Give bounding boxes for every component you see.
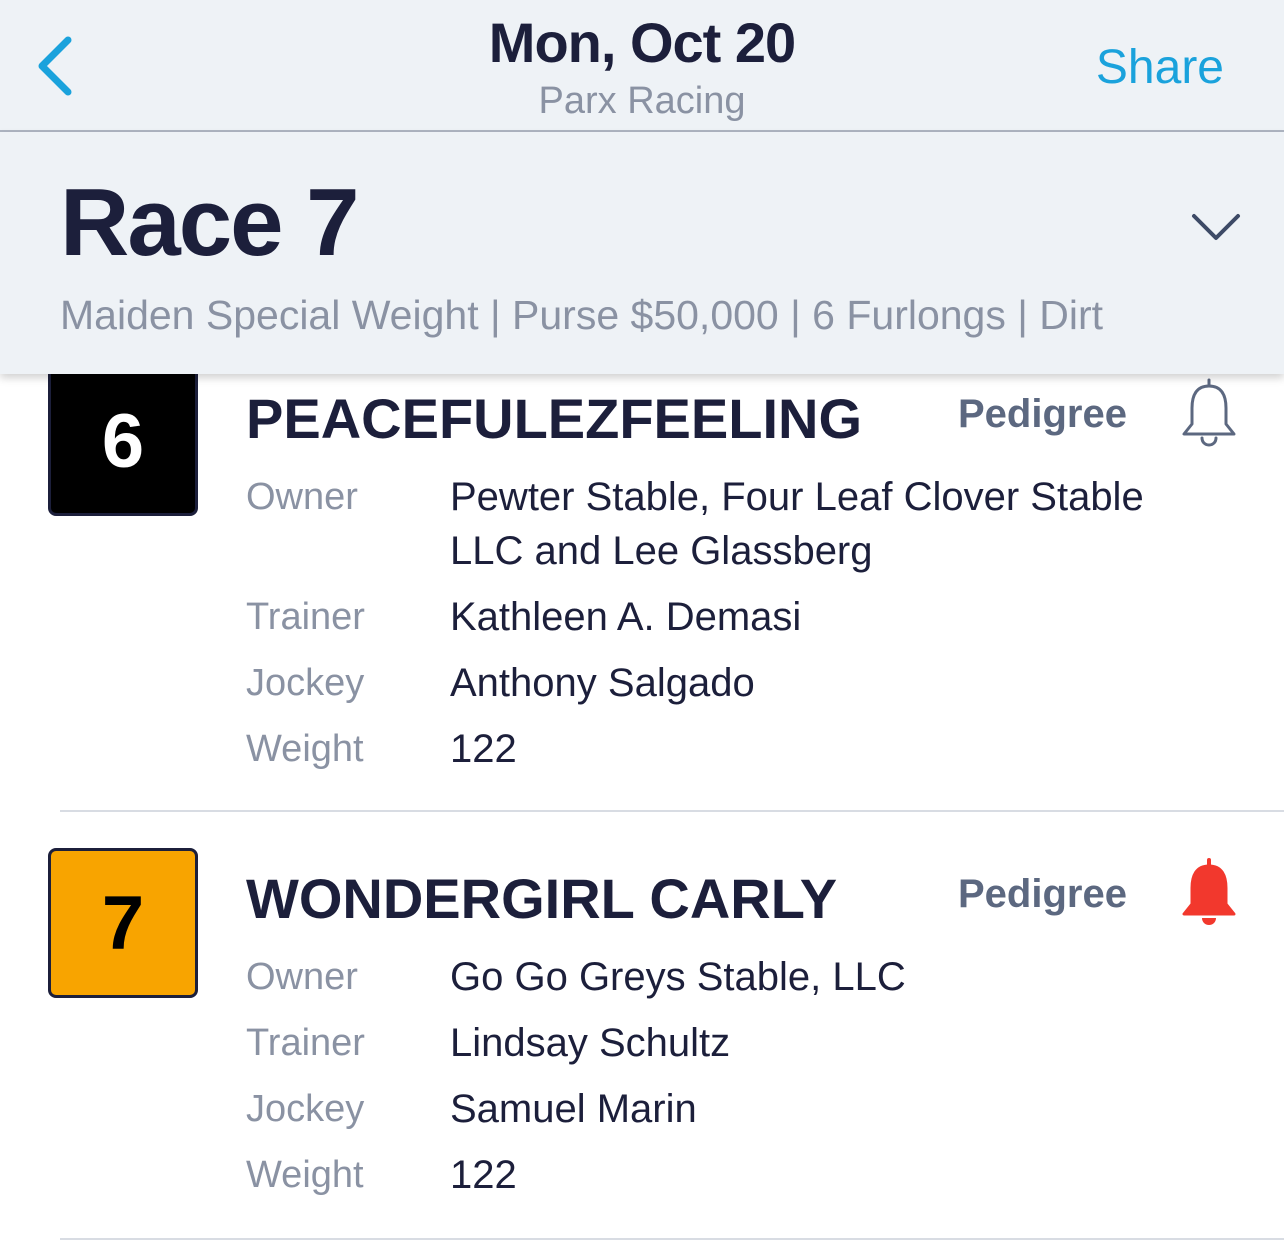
owner-value: Pewter Stable, Four Leaf Clover Stable L… [450, 475, 1144, 573]
trainer-value: Kathleen A. Demasi [450, 595, 802, 639]
entry-divider [60, 1238, 1284, 1240]
jockey-label: Jockey [246, 1088, 365, 1130]
pedigree-link[interactable]: Pedigree [958, 392, 1127, 437]
nav-subtitle: Parx Racing [538, 80, 746, 122]
weight-label: Weight [246, 1154, 364, 1196]
trainer-label: Trainer [246, 596, 365, 638]
entry-card: 7 WONDERGIRL CARLY Pedigree Owner Go Go … [0, 848, 1284, 1240]
owner-value: Go Go Greys Stable, LLC [450, 955, 906, 999]
race-header: Race 7 Maiden Special Weight | Purse $50… [0, 132, 1284, 374]
trainer-value: Lindsay Schultz [450, 1021, 731, 1065]
owner-label: Owner [246, 476, 358, 518]
horse-name: WONDERGIRL CARLY [246, 867, 838, 930]
jockey-value: Samuel Marin [450, 1087, 697, 1131]
weight-label: Weight [246, 728, 364, 770]
bell-filled-icon [1182, 858, 1236, 925]
saddlecloth-number: 6 [48, 374, 198, 516]
alert-bell-button[interactable] [1180, 858, 1238, 928]
entry-card: 6 PEACEFULEZFEELING Pedigree Owner Pewte… [0, 374, 1284, 812]
trainer-label: Trainer [246, 1022, 365, 1064]
race-title: Race 7 [60, 169, 360, 276]
weight-value: 122 [450, 1153, 517, 1197]
pedigree-link[interactable]: Pedigree [958, 872, 1127, 917]
bell-outline-icon [1182, 378, 1236, 447]
saddlecloth-number: 7 [48, 848, 198, 998]
owner-label: Owner [246, 956, 358, 998]
horse-name: PEACEFULEZFEELING [246, 387, 863, 450]
race-info: Maiden Special Weight | Purse $50,000 | … [60, 292, 1104, 338]
jockey-label: Jockey [246, 662, 365, 704]
chevron-down-icon [1192, 214, 1240, 240]
weight-value: 122 [450, 727, 517, 771]
navigation-bar: Mon, Oct 20 Parx Racing Share [0, 0, 1284, 132]
entry-divider [60, 810, 1284, 812]
entry-list[interactable]: 6 PEACEFULEZFEELING Pedigree Owner Pewte… [0, 374, 1284, 1245]
race-toggle-button[interactable] [1190, 210, 1242, 244]
alert-bell-button[interactable] [1180, 378, 1238, 448]
jockey-value: Anthony Salgado [450, 661, 755, 705]
share-button[interactable]: Share [1096, 40, 1224, 95]
nav-title: Mon, Oct 20 [488, 11, 796, 74]
